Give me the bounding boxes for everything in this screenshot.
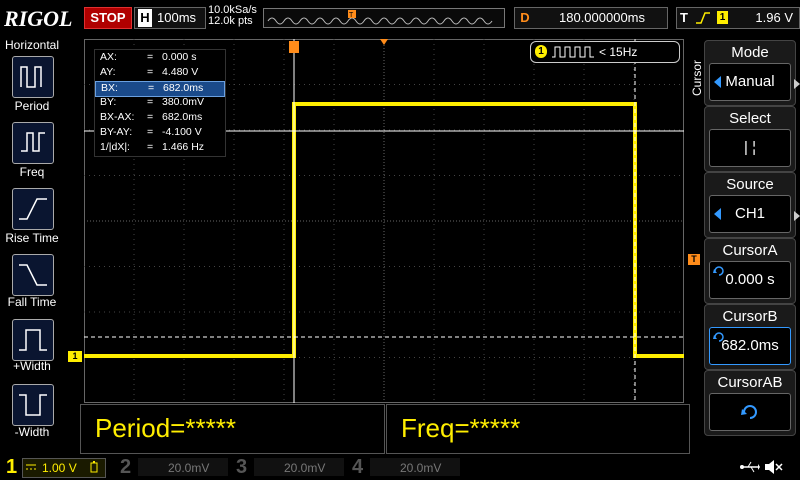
trigger-level-marker[interactable]: T [688, 254, 700, 265]
menu-page-indicator [794, 76, 800, 89]
ch3-number: 3 [236, 456, 248, 478]
channel-4-tab[interactable]: 4 20.0mV [350, 456, 462, 478]
square-wave-icon [552, 46, 594, 58]
menu-source-title: Source [726, 176, 774, 193]
menu-cursor-ab[interactable]: CursorAB [704, 370, 796, 436]
cursor-readout-panel: AX: = 0.000 s AY: = 4.480 V BX: = 682.0ms BY: =… [94, 49, 226, 157]
menu-cursor-a-value: 0.000 s [725, 271, 775, 288]
horizontal-timebase[interactable]: H 100ms [134, 7, 206, 29]
sidebar-item-freq: Freq [19, 165, 45, 179]
delay-key: D [520, 10, 530, 25]
menu-cursor-b-value: 682.0ms [721, 337, 779, 354]
fall-time-measure-button[interactable] [12, 254, 54, 296]
ch4-scale: 20.0mV [400, 461, 442, 475]
ch4-number: 4 [352, 456, 364, 478]
delay-offset[interactable]: D 180.000000ms [514, 7, 668, 29]
sidebar-item-pos-width: +Width [13, 359, 51, 373]
cursor-row-inv-dx: 1/|dX|: = 1.466 Hz [100, 141, 205, 153]
menu-mode[interactable]: Mode Manual [704, 40, 796, 106]
cursor-menu: Mode Manual Select | ¦ Source CH1 Cursor… [704, 40, 796, 436]
sidebar-item-fall-time: Fall Time [7, 295, 57, 309]
measurement-period: Period=***** [80, 404, 385, 454]
svg-text:T: T [349, 12, 354, 19]
menu-mode-value: Manual [725, 73, 775, 90]
cursor-row-by: BY: = 380.0mV [100, 96, 205, 108]
menu-page-indicator-2 [794, 208, 800, 221]
waveform-memory-timeline: T [263, 8, 505, 28]
cursor-row-by-ay: BY-AY: = -4.100 V [100, 126, 202, 138]
channel-3-tab[interactable]: 3 20.0mV [234, 456, 346, 478]
sidebar-item-period: Period [14, 99, 50, 113]
horizontal-key: H [138, 9, 152, 27]
channel-status-bar: 1 1.00 V 2 20.0mV 3 20.0mV 4 20.0mV [0, 454, 800, 480]
speaker-muted-icon[interactable] [764, 459, 784, 475]
menu-cursor-b[interactable]: CursorB 682.0ms [704, 304, 796, 370]
cursor-row-ax: AX: = 0.000 s [100, 51, 197, 63]
menu-side-label: Cursor [690, 60, 704, 97]
period-measure-button[interactable] [12, 56, 54, 98]
sidebar-title: Horizontal [4, 38, 60, 52]
trigger-source-badge: 1 [717, 11, 728, 24]
run-stop-button[interactable]: STOP [84, 7, 132, 29]
neg-width-icon [19, 394, 47, 416]
menu-select[interactable]: Select | ¦ [704, 106, 796, 172]
ch3-scale: 20.0mV [284, 461, 326, 475]
delay-value: 180.000000ms [559, 10, 646, 25]
menu-select-value: | ¦ [744, 139, 756, 156]
channel-2-tab[interactable]: 2 20.0mV [118, 456, 230, 478]
freq-icon [21, 132, 45, 152]
menu-select-title: Select [729, 110, 771, 127]
sidebar-item-rise-time: Rise Time [5, 231, 59, 245]
rise-time-icon [19, 198, 47, 220]
cursor-a-marker [289, 41, 299, 53]
rise-time-measure-button[interactable] [12, 188, 54, 230]
menu-cursor-a-title: CursorA [722, 242, 778, 259]
cursor-row-ay: AY: = 4.480 V [100, 66, 199, 78]
rising-edge-icon [696, 12, 710, 24]
period-icon [20, 66, 42, 88]
memory-depth: 12.0k pts [208, 15, 253, 27]
timebase-value: 100ms [157, 10, 197, 25]
neg-width-measure-button[interactable] [12, 384, 54, 426]
battery-icon [90, 461, 98, 473]
sample-rate-info: 10.0kSa/s 12.0k pts [208, 5, 257, 27]
trigger-key: T [680, 10, 688, 25]
menu-cursor-a[interactable]: CursorA 0.000 s [704, 238, 796, 304]
ch2-number: 2 [120, 456, 132, 478]
cursor-row-bx: BX: = 682.0ms [95, 81, 225, 97]
freq-channel-badge: 1 [535, 45, 547, 58]
menu-source[interactable]: Source CH1 [704, 172, 796, 238]
usb-icon [740, 461, 760, 473]
menu-cursor-ab-title: CursorAB [717, 374, 783, 391]
menu-cursor-b-title: CursorB [722, 308, 778, 325]
frequency-counter-badge: 1 < 15Hz [530, 41, 680, 63]
rotate-knob-icon [741, 405, 757, 419]
ch1-number: 1 [6, 456, 18, 478]
freq-measure-button[interactable] [12, 122, 54, 164]
top-bar: RIGOL STOP H 100ms 10.0kSa/s 12.0k pts T… [0, 0, 800, 36]
rigol-logo: RIGOL [4, 6, 73, 31]
pos-width-measure-button[interactable] [12, 319, 54, 361]
cursor-row-bx-ax: BX-AX: = 682.0ms [100, 111, 203, 123]
ch1-offset-marker[interactable]: 1 [68, 351, 82, 362]
menu-source-value: CH1 [734, 205, 765, 222]
period-result: Period=***** [95, 413, 236, 443]
ch2-scale: 20.0mV [168, 461, 210, 475]
trigger-status[interactable]: T 1 1.96 V [676, 7, 800, 29]
channel-1-tab[interactable]: 1 1.00 V [0, 456, 112, 478]
menu-mode-title: Mode [731, 44, 769, 61]
trigger-level: 1.96 V [755, 10, 793, 25]
measurement-freq: Freq=***** [386, 404, 690, 454]
fall-time-icon [19, 264, 47, 286]
freq-counter-value: < 15Hz [599, 45, 638, 59]
sidebar-item-neg-width: -Width [14, 425, 50, 439]
ch1-scale: 1.00 V [42, 461, 77, 475]
pos-width-icon [19, 329, 47, 351]
freq-result: Freq=***** [401, 413, 521, 443]
dc-coupling-icon [26, 464, 36, 470]
measure-sidebar: Horizontal Period Freq Rise Time Fall Ti… [0, 36, 64, 454]
